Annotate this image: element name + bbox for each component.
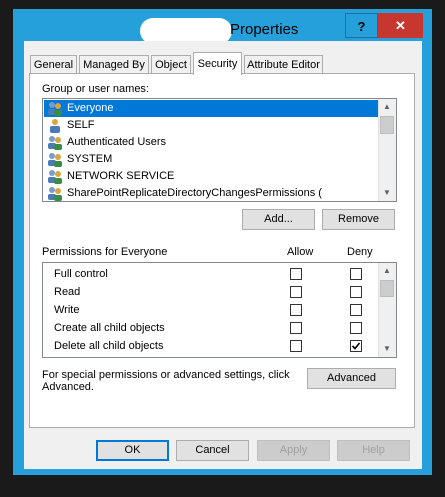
scroll-thumb[interactable] bbox=[380, 116, 394, 134]
title-help-button[interactable]: ? bbox=[345, 13, 378, 38]
apply-button[interactable]: Apply bbox=[257, 440, 330, 461]
scroll-up-arrow-icon[interactable]: ▲ bbox=[379, 99, 395, 115]
title-close-button[interactable]: ✕ bbox=[378, 13, 423, 38]
allow-checkbox[interactable] bbox=[290, 340, 302, 352]
permissions-scrollbar[interactable]: ▲ ▼ bbox=[378, 263, 396, 357]
permission-name: Delete all child objects bbox=[54, 340, 164, 352]
permission-row: Read bbox=[43, 283, 380, 301]
permission-row: Delete all child objects bbox=[43, 337, 380, 355]
users-icon bbox=[48, 136, 62, 150]
permission-name: Create all child objects bbox=[54, 322, 165, 334]
window-title: Properties bbox=[230, 21, 299, 38]
scroll-thumb[interactable] bbox=[380, 280, 394, 297]
advanced-hint-text: For special permissions or advanced sett… bbox=[42, 369, 290, 393]
allow-checkbox[interactable] bbox=[290, 268, 302, 280]
deny-checkbox[interactable] bbox=[350, 304, 362, 316]
checkmark-icon bbox=[351, 342, 361, 350]
group-list-scrollbar[interactable]: ▲ ▼ bbox=[378, 99, 396, 201]
deny-checkbox-checked[interactable] bbox=[350, 340, 362, 352]
advanced-button[interactable]: Advanced bbox=[307, 368, 396, 389]
scroll-down-arrow-icon[interactable]: ▼ bbox=[379, 185, 395, 201]
tab-security[interactable]: Security bbox=[193, 52, 242, 75]
users-icon bbox=[48, 187, 62, 201]
permission-row-partial bbox=[43, 355, 380, 357]
permission-row: Create all child objects bbox=[43, 319, 380, 337]
scroll-down-arrow-icon[interactable]: ▼ bbox=[379, 341, 395, 357]
allow-checkbox[interactable] bbox=[290, 322, 302, 334]
list-item[interactable]: Authenticated Users bbox=[44, 134, 380, 151]
deny-checkbox[interactable] bbox=[350, 286, 362, 298]
list-item-label: SharePointReplicateDirectoryChangesPermi… bbox=[67, 187, 322, 199]
help-button[interactable]: Help bbox=[337, 440, 410, 461]
remove-button[interactable]: Remove bbox=[322, 209, 395, 230]
permission-name: Full control bbox=[54, 268, 108, 280]
allow-checkbox[interactable] bbox=[290, 304, 302, 316]
permissions-list: Full control Read Write Create all child… bbox=[42, 262, 397, 358]
list-item[interactable]: SharePointReplicateDirectoryChangesPermi… bbox=[44, 185, 380, 201]
users-icon bbox=[48, 102, 62, 116]
deny-checkbox[interactable] bbox=[350, 322, 362, 334]
list-item-label: SELF bbox=[67, 119, 95, 131]
permission-name: Write bbox=[54, 304, 80, 316]
tab-object[interactable]: Object bbox=[151, 55, 191, 74]
users-icon bbox=[48, 153, 62, 167]
permissions-header: Permissions for Everyone bbox=[42, 246, 168, 258]
allow-column-header: Allow bbox=[287, 246, 314, 258]
list-item-label: NETWORK SERVICE bbox=[67, 170, 175, 182]
list-item-label: SYSTEM bbox=[67, 153, 113, 165]
ok-button[interactable]: OK bbox=[96, 440, 169, 461]
groups-label: Group or user names: bbox=[42, 83, 149, 95]
users-icon bbox=[48, 170, 62, 184]
deny-checkbox[interactable] bbox=[350, 268, 362, 280]
deny-column-header: Deny bbox=[347, 246, 373, 258]
permission-row: Write bbox=[43, 301, 380, 319]
tab-general[interactable]: General bbox=[30, 55, 77, 74]
list-item[interactable]: Everyone bbox=[44, 100, 380, 117]
allow-checkbox[interactable] bbox=[290, 286, 302, 298]
list-item[interactable]: NETWORK SERVICE bbox=[44, 168, 380, 185]
list-item-label: Everyone bbox=[67, 102, 114, 114]
permission-row: Full control bbox=[43, 265, 380, 283]
list-item[interactable]: SYSTEM bbox=[44, 151, 380, 168]
add-button[interactable]: Add... bbox=[242, 209, 315, 230]
cancel-button[interactable]: Cancel bbox=[176, 440, 249, 461]
list-item-label: Authenticated Users bbox=[67, 136, 167, 148]
tab-attribute-editor[interactable]: Attribute Editor bbox=[244, 55, 323, 74]
scroll-up-arrow-icon[interactable]: ▲ bbox=[379, 263, 395, 279]
tab-managed-by[interactable]: Managed By bbox=[79, 55, 149, 74]
group-user-list[interactable]: Everyone SELF Authenticated Users SYSTEM… bbox=[42, 98, 397, 202]
user-icon bbox=[50, 119, 60, 133]
permission-name: Read bbox=[54, 286, 81, 298]
list-item[interactable]: SELF bbox=[44, 117, 380, 134]
